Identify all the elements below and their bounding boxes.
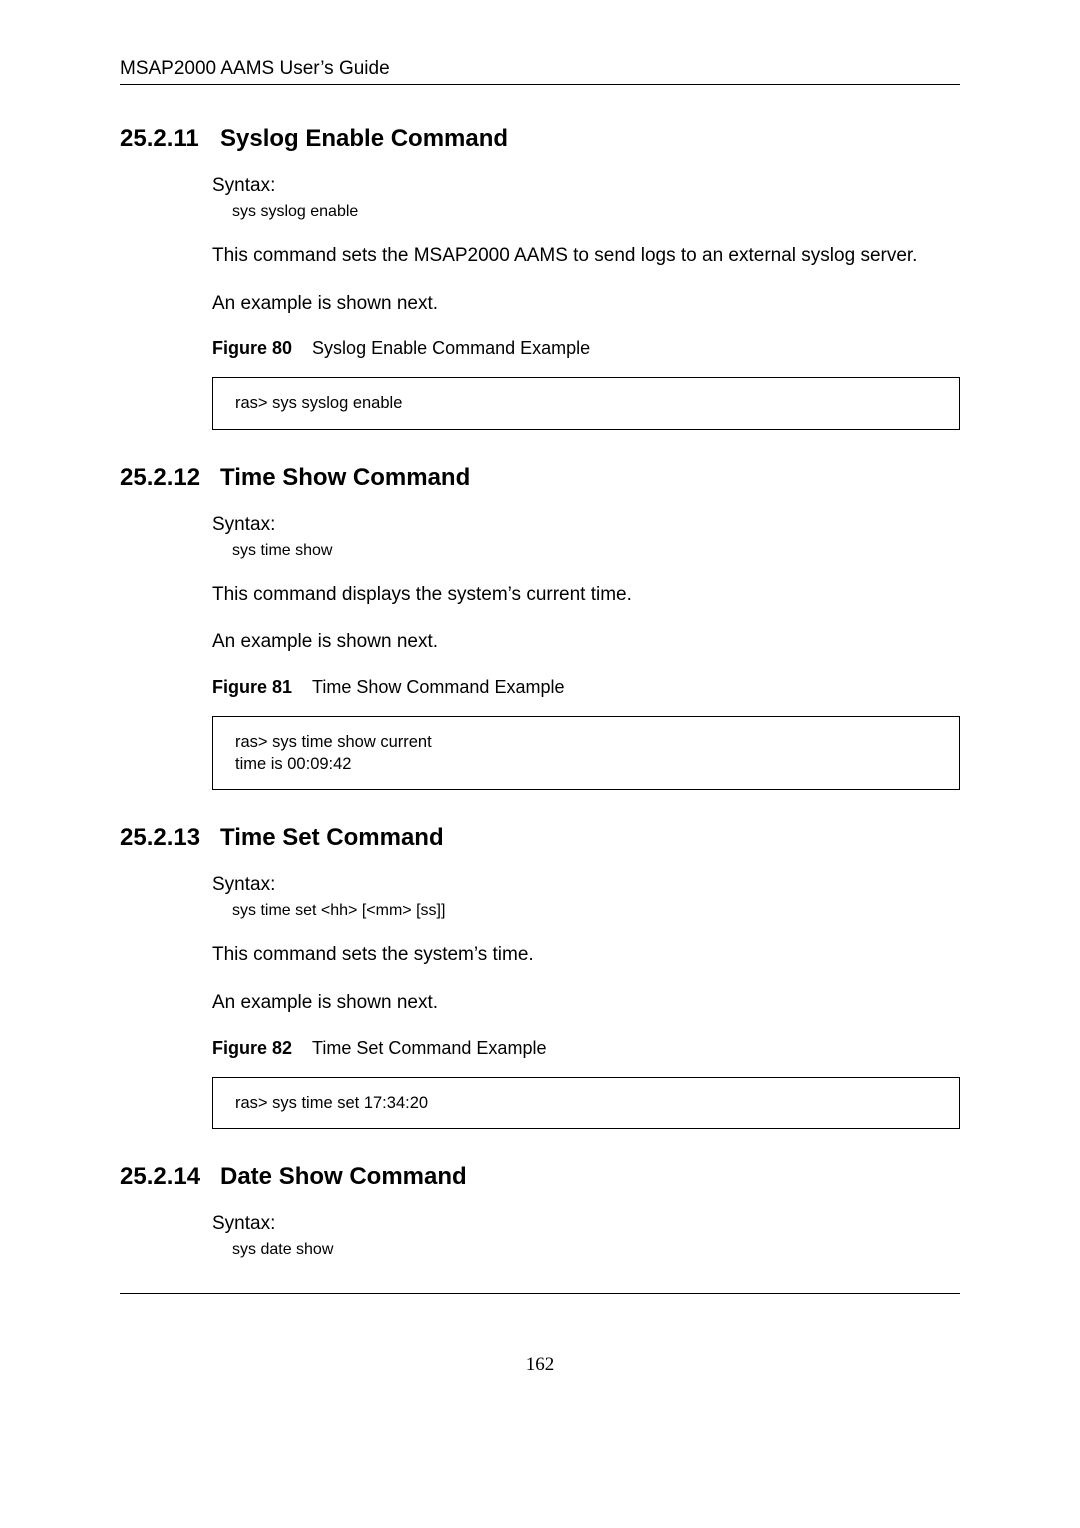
section-body: Syntax: sys syslog enable This command s… bbox=[212, 175, 960, 430]
syntax-label: Syntax: bbox=[212, 514, 960, 536]
section-heading: 25.2.12 Time Show Command bbox=[120, 464, 960, 492]
syntax-code: sys time show bbox=[232, 542, 960, 560]
code-example-box: ras> sys time set 17:34:20 bbox=[212, 1077, 960, 1129]
page: MSAP2000 AAMS User’s Guide 25.2.11 Syslo… bbox=[0, 0, 1080, 1416]
example-intro: An example is shown next. bbox=[212, 291, 960, 317]
section-title: Syslog Enable Command bbox=[220, 125, 508, 153]
section-number: 25.2.13 bbox=[120, 824, 220, 852]
footer-rule bbox=[120, 1293, 960, 1294]
section-25-2-11: 25.2.11 Syslog Enable Command Syntax: sy… bbox=[120, 125, 960, 430]
section-heading: 25.2.11 Syslog Enable Command bbox=[120, 125, 960, 153]
section-heading: 25.2.13 Time Set Command bbox=[120, 824, 960, 852]
section-body: Syntax: sys time show This command displ… bbox=[212, 514, 960, 791]
syntax-code: sys time set <hh> [<mm> [ss]] bbox=[232, 902, 960, 920]
code-example-box: ras> sys syslog enable bbox=[212, 377, 960, 429]
section-number: 25.2.11 bbox=[120, 125, 220, 153]
figure-caption: Figure 81 Time Show Command Example bbox=[212, 677, 960, 698]
syntax-code: sys date show bbox=[232, 1241, 960, 1259]
section-25-2-12: 25.2.12 Time Show Command Syntax: sys ti… bbox=[120, 464, 960, 791]
section-description: This command sets the system’s time. bbox=[212, 942, 960, 968]
section-25-2-13: 25.2.13 Time Set Command Syntax: sys tim… bbox=[120, 824, 960, 1129]
figure-label: Figure 81 bbox=[212, 677, 292, 697]
section-body: Syntax: sys date show bbox=[212, 1213, 960, 1259]
figure-caption: Figure 80 Syslog Enable Command Example bbox=[212, 338, 960, 359]
figure-label: Figure 80 bbox=[212, 338, 292, 358]
section-number: 25.2.12 bbox=[120, 464, 220, 492]
syntax-label: Syntax: bbox=[212, 1213, 960, 1235]
figure-title: Time Set Command Example bbox=[312, 1038, 546, 1058]
figure-caption: Figure 82 Time Set Command Example bbox=[212, 1038, 960, 1059]
example-intro: An example is shown next. bbox=[212, 990, 960, 1016]
section-title: Time Set Command bbox=[220, 824, 444, 852]
page-number: 162 bbox=[120, 1354, 960, 1376]
section-number: 25.2.14 bbox=[120, 1163, 220, 1191]
section-description: This command displays the system’s curre… bbox=[212, 582, 960, 608]
section-title: Time Show Command bbox=[220, 464, 470, 492]
syntax-label: Syntax: bbox=[212, 874, 960, 896]
example-intro: An example is shown next. bbox=[212, 629, 960, 655]
section-body: Syntax: sys time set <hh> [<mm> [ss]] Th… bbox=[212, 874, 960, 1129]
section-title: Date Show Command bbox=[220, 1163, 467, 1191]
header-rule bbox=[120, 84, 960, 85]
syntax-label: Syntax: bbox=[212, 175, 960, 197]
section-heading: 25.2.14 Date Show Command bbox=[120, 1163, 960, 1191]
figure-title: Time Show Command Example bbox=[312, 677, 564, 697]
figure-label: Figure 82 bbox=[212, 1038, 292, 1058]
section-25-2-14: 25.2.14 Date Show Command Syntax: sys da… bbox=[120, 1163, 960, 1259]
code-example-box: ras> sys time show currenttime is 00:09:… bbox=[212, 716, 960, 791]
syntax-code: sys syslog enable bbox=[232, 203, 960, 221]
running-header: MSAP2000 AAMS User’s Guide bbox=[120, 58, 960, 80]
figure-title: Syslog Enable Command Example bbox=[312, 338, 590, 358]
section-description: This command sets the MSAP2000 AAMS to s… bbox=[212, 243, 960, 269]
